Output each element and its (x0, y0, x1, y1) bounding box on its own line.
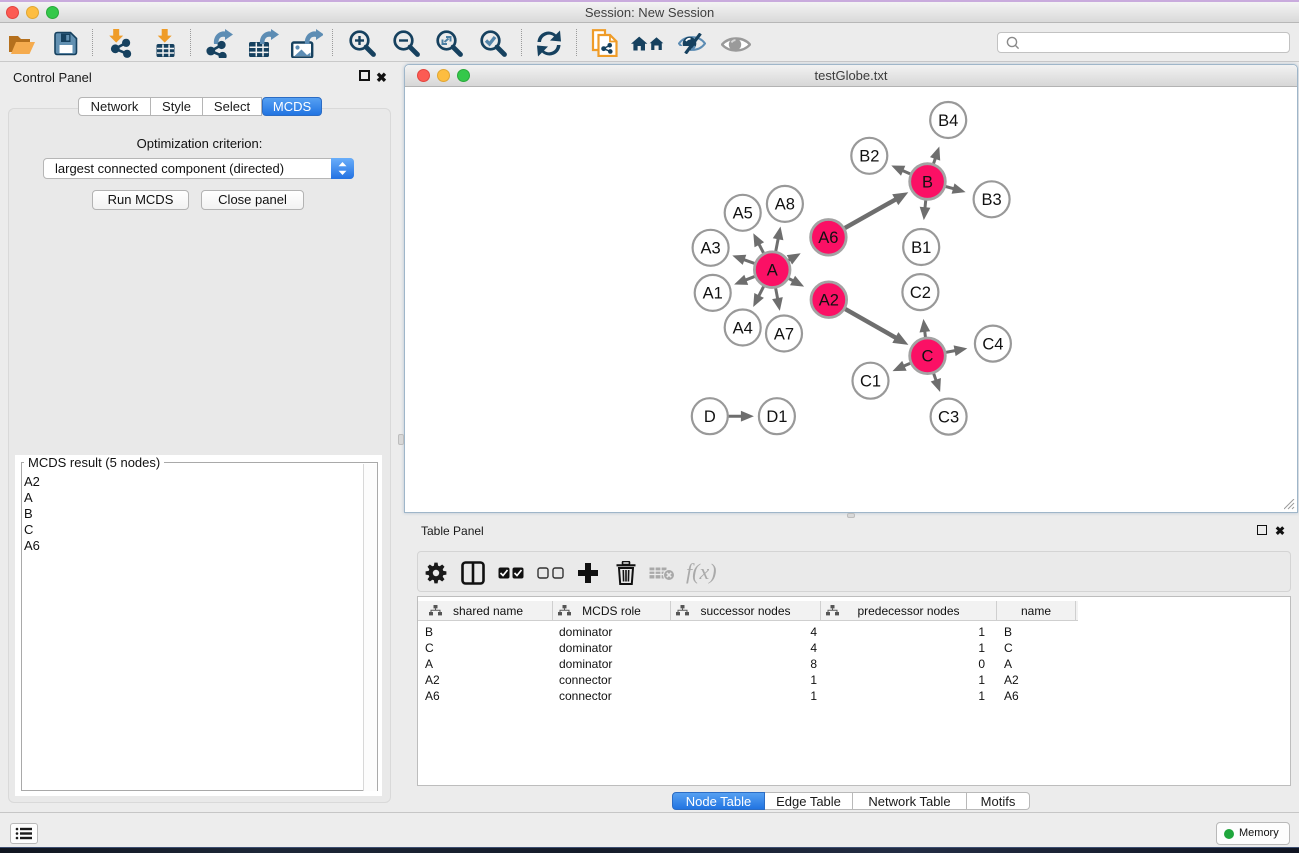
svg-text:A5: A5 (733, 205, 753, 223)
svg-text:A: A (767, 262, 778, 280)
svg-text:C3: C3 (938, 408, 959, 426)
svg-text:D: D (704, 408, 716, 426)
svg-text:B3: B3 (982, 191, 1002, 209)
svg-text:D1: D1 (766, 408, 787, 426)
svg-text:C2: C2 (910, 284, 931, 302)
svg-text:B: B (922, 173, 933, 191)
svg-text:C: C (922, 348, 934, 366)
svg-text:A2: A2 (819, 292, 839, 310)
svg-text:A3: A3 (701, 240, 721, 258)
svg-text:A6: A6 (818, 229, 838, 247)
svg-text:C4: C4 (982, 335, 1003, 353)
svg-text:A7: A7 (774, 325, 794, 343)
svg-text:A4: A4 (733, 319, 753, 337)
svg-text:B2: B2 (859, 148, 879, 166)
svg-text:C1: C1 (860, 373, 881, 391)
svg-text:A8: A8 (775, 196, 795, 214)
svg-text:B1: B1 (911, 239, 931, 257)
svg-text:A1: A1 (703, 285, 723, 303)
svg-text:B4: B4 (938, 112, 958, 130)
